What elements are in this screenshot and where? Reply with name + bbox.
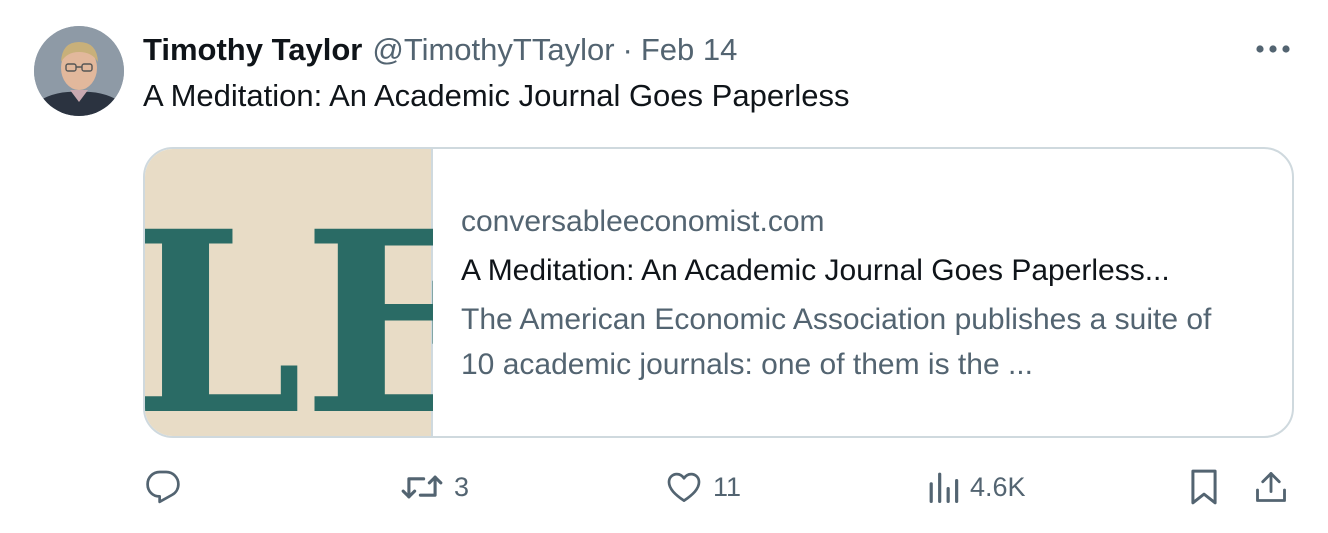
author-handle[interactable]: @TimothyTTaylor [372,32,614,68]
avatar[interactable] [34,26,124,116]
link-card-title: A Meditation: An Academic Journal Goes P… [461,254,1170,287]
author-name[interactable]: Timothy Taylor [143,32,362,68]
like-count: 11 [713,471,742,502]
action-bar: 3 11 4.6K [0,465,1328,509]
link-card-body: conversableeconomist.com A Meditation: A… [433,149,1292,436]
reply-icon [146,470,180,504]
reply-button[interactable] [145,465,191,509]
views-icon [929,472,959,503]
retweet-icon [401,475,443,499]
like-button[interactable]: 11 [665,465,741,509]
tweet-date[interactable]: Feb 14 [641,32,738,68]
more-icon [1256,45,1290,53]
tweet: Timothy Taylor @TimothyTTaylor · Feb 14 … [0,0,1328,533]
tweet-text: A Meditation: An Academic Journal Goes P… [143,78,850,113]
link-card[interactable]: LE conversableeconomist.com A Meditation… [143,147,1294,438]
heart-icon [667,472,701,502]
card-image-letters: LE [145,176,433,438]
tweet-header: Timothy Taylor @TimothyTTaylor · Feb 14 [143,30,737,70]
link-card-image: LE [145,149,433,436]
retweet-button[interactable]: 3 [400,465,469,509]
retweet-count: 3 [454,471,470,502]
views-button[interactable]: 4.6K [928,465,1026,509]
link-card-domain: conversableeconomist.com [461,205,825,238]
header-separator: · [622,32,633,67]
share-button[interactable] [1253,465,1289,509]
views-count: 4.6K [970,471,1026,502]
share-icon [1256,472,1286,502]
link-card-description: The American Economic Association publis… [461,303,1212,381]
bookmark-button[interactable] [1188,465,1220,509]
more-options-button[interactable] [1252,38,1294,60]
bookmark-icon [1191,469,1217,505]
